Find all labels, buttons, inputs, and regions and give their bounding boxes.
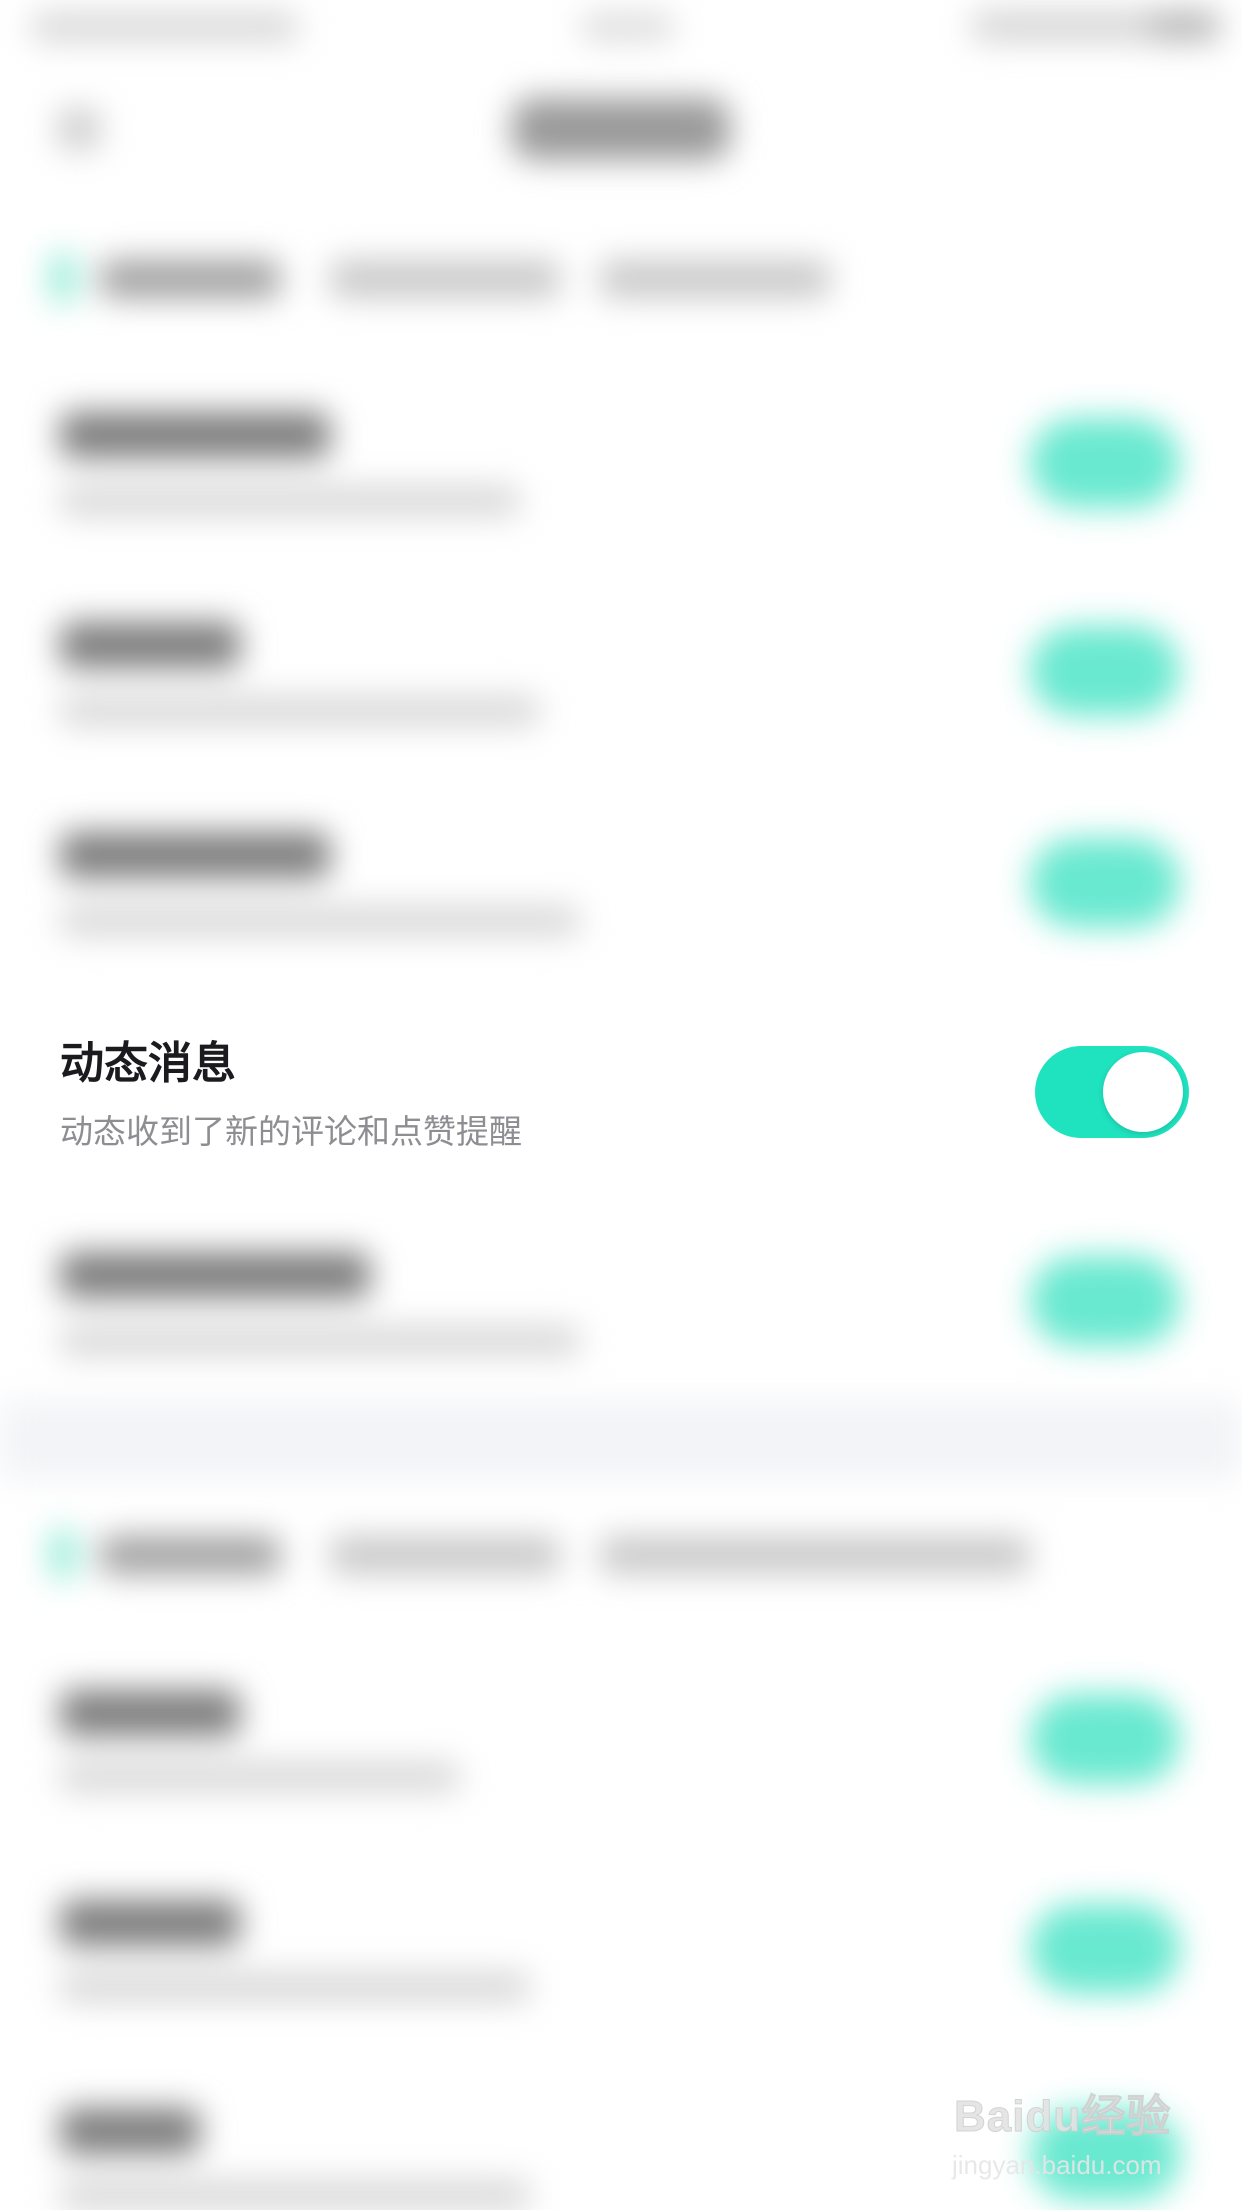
setting-subtitle bbox=[60, 1762, 460, 1792]
dynamic-messages-toggle[interactable] bbox=[1035, 1046, 1189, 1138]
page-title bbox=[512, 98, 730, 160]
section-header-note bbox=[600, 260, 830, 298]
section-header bbox=[100, 260, 280, 298]
setting-title bbox=[60, 832, 330, 878]
section-header bbox=[100, 1536, 280, 1574]
watermark-url: jingyan.baidu.com bbox=[952, 2150, 1162, 2180]
setting-title bbox=[60, 1252, 370, 1298]
status-bar-time bbox=[580, 14, 675, 40]
setting-subtitle bbox=[60, 2180, 530, 2210]
setting-subtitle bbox=[60, 696, 540, 726]
setting-toggle[interactable] bbox=[1030, 1904, 1180, 1994]
setting-toggle[interactable] bbox=[1030, 1694, 1180, 1784]
setting-title bbox=[60, 1690, 240, 1736]
section-header-note bbox=[330, 1536, 560, 1574]
baidu-jingyan-watermark: Baidu经验 jingyan.baidu.com bbox=[950, 2080, 1190, 2190]
setting-title bbox=[60, 2108, 200, 2154]
section-header-note bbox=[600, 1536, 1030, 1574]
setting-subtitle bbox=[60, 486, 520, 516]
setting-toggle[interactable] bbox=[1030, 1256, 1180, 1346]
battery-icon bbox=[1150, 12, 1220, 40]
setting-toggle[interactable] bbox=[1030, 418, 1180, 508]
setting-title bbox=[60, 412, 330, 458]
setting-toggle[interactable] bbox=[1030, 838, 1180, 928]
setting-title: 动态消息 bbox=[60, 1038, 236, 1089]
section-divider bbox=[0, 1400, 1242, 1480]
section-accent bbox=[52, 1530, 74, 1578]
watermark-logo: Baidu经验 bbox=[953, 2092, 1172, 2142]
setting-subtitle bbox=[60, 1972, 530, 2002]
section-accent bbox=[52, 254, 74, 302]
setting-title bbox=[60, 622, 240, 668]
setting-title bbox=[60, 1900, 240, 1946]
section-header-note bbox=[330, 260, 560, 298]
setting-subtitle bbox=[60, 1326, 580, 1356]
back-arrow-icon[interactable] bbox=[58, 108, 100, 150]
setting-toggle[interactable] bbox=[1030, 626, 1180, 716]
status-bar-carrier bbox=[30, 12, 300, 42]
setting-subtitle: 动态收到了新的评论和点赞提醒 bbox=[60, 1112, 522, 1151]
setting-subtitle bbox=[60, 906, 580, 936]
toggle-knob bbox=[1103, 1052, 1183, 1132]
